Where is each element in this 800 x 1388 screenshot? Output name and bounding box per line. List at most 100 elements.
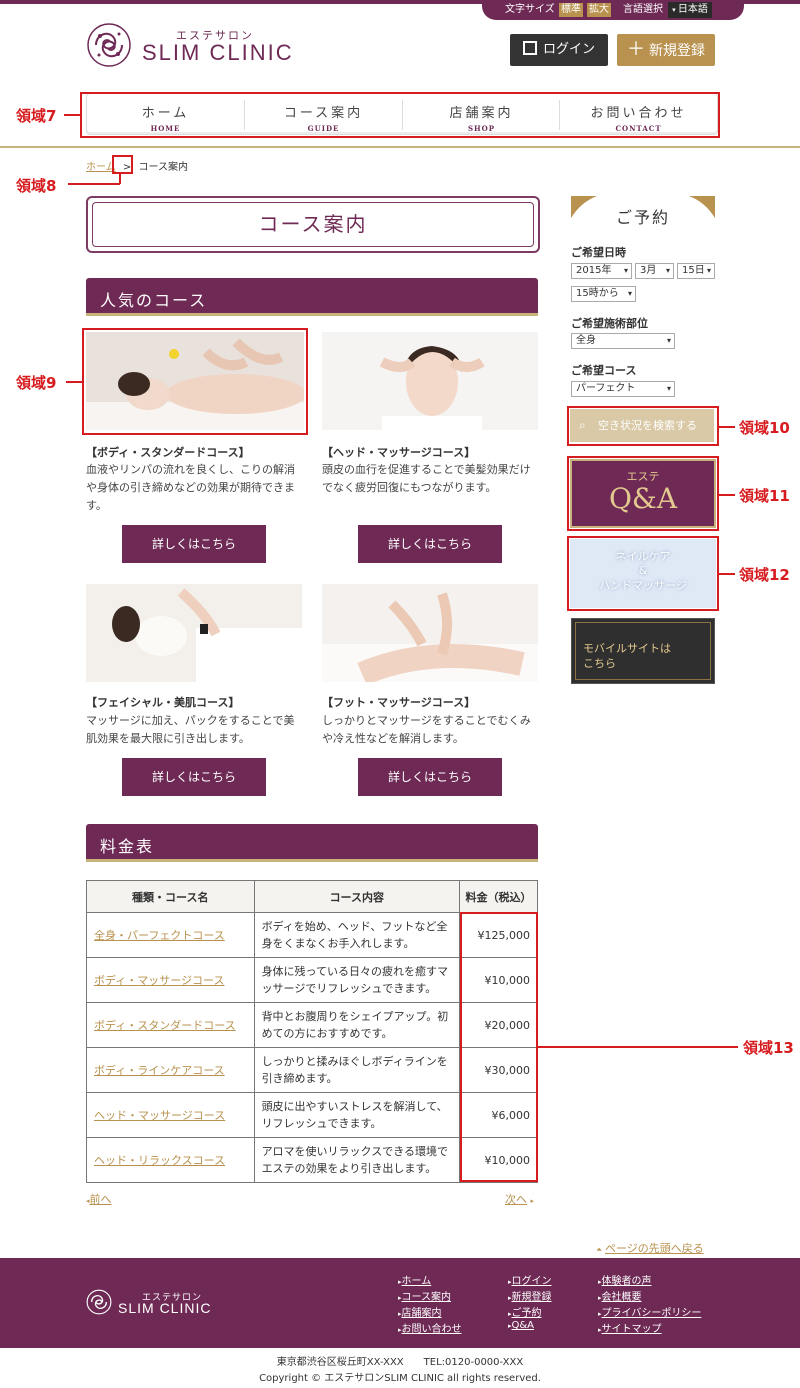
annotation-leader-10 — [719, 426, 735, 428]
course-desc-cell: 背中とお腹周りをシェイプアップ。初めての方におすすめです。 — [253, 1002, 461, 1048]
course-name-cell: ヘッド・マッサージコース — [86, 1092, 255, 1138]
mobile-site-banner[interactable]: モバイルサイトは こちら — [571, 618, 715, 684]
register-button[interactable]: ＋新規登録 — [617, 34, 715, 66]
price-heading: 料金表 — [100, 837, 155, 856]
pager-next[interactable]: 次へ ▸ — [505, 1191, 534, 1207]
date-label: ご希望日時 — [571, 246, 626, 259]
course-photo-head-massage[interactable] — [322, 332, 538, 430]
course-name-cell: 全身・パーフェクトコース — [86, 912, 255, 958]
course-detail-button[interactable]: 詳しくはこちら — [122, 525, 266, 563]
footer-logo-icon[interactable] — [86, 1289, 112, 1315]
course-name-cell: ボディ・マッサージコース — [86, 957, 255, 1003]
breadcrumb-current: コース案内 — [138, 162, 188, 173]
prev-link[interactable]: 前へ — [90, 1193, 112, 1206]
popular-heading: 人気のコース — [100, 291, 208, 310]
course-detail-button[interactable]: 詳しくはこちら — [358, 758, 502, 796]
course-desc-cell: 頭皮に出やすいストレスを解消して、リフレッシュできます。 — [253, 1092, 461, 1138]
course-title: 【ボディ・スタンダードコース】 — [86, 446, 250, 459]
breadcrumb: ホーム > コース案内 — [86, 158, 188, 173]
course-select[interactable]: パーフェクト — [571, 381, 675, 397]
course-description: しっかりとマッサージをすることでむくみや冷え性などを解消します。 — [322, 714, 531, 745]
course-desc-cell: アロマを使いリラックスできる環境でエステの効果をより引き出します。 — [253, 1137, 461, 1183]
plus-icon: ＋ — [627, 39, 645, 60]
footer-link-sitemap[interactable]: サイトマップ — [598, 1320, 662, 1335]
language-select[interactable]: ▾ 日本語 — [668, 2, 712, 18]
logo-emblem-icon[interactable] — [86, 22, 132, 68]
course-link[interactable]: ボディ・マッサージコース — [94, 974, 224, 987]
annotation-leader-12 — [719, 573, 735, 575]
logo-title[interactable]: SLIM CLINIC — [142, 40, 294, 66]
annotation-label-13: 領域13 — [743, 1039, 794, 1057]
footer-link-home[interactable]: ホーム — [398, 1272, 432, 1287]
annotation-leader-11 — [719, 494, 735, 496]
course-detail-button[interactable]: 詳しくはこちら — [122, 758, 266, 796]
annotation-box-8 — [112, 155, 133, 174]
footer-link-privacy[interactable]: プライバシーポリシー — [598, 1304, 702, 1319]
mobile-banner-line2: こちら — [583, 657, 616, 670]
year-select[interactable]: 2015年 — [571, 263, 632, 279]
footer-logo-title[interactable]: SLIM CLINIC — [118, 1300, 211, 1316]
font-size-label: 文字サイズ — [505, 4, 555, 15]
course-title: 【フェイシャル・美肌コース】 — [86, 696, 240, 709]
footer-link-voices[interactable]: 体験者の声 — [598, 1272, 652, 1287]
day-select[interactable]: 15日 — [677, 263, 715, 279]
annotation-box-12 — [567, 536, 719, 611]
footer-link-login[interactable]: ログイン — [508, 1272, 552, 1287]
course-link[interactable]: ボディ・スタンダードコース — [94, 1019, 236, 1032]
part-label: ご希望施術部位 — [571, 317, 648, 330]
annotation-label-11: 領域11 — [739, 487, 790, 505]
footer-link-contact[interactable]: お問い合わせ — [398, 1320, 462, 1335]
annotation-label-7: 領域7 — [16, 107, 57, 125]
annotation-leader-7 — [64, 114, 80, 116]
course-desc-cell: しっかりと揉みほぐしボディラインを引き締めます。 — [253, 1047, 461, 1093]
register-label: 新規登録 — [649, 43, 705, 59]
footer-link-guide[interactable]: コース案内 — [398, 1288, 452, 1303]
back-to-top-link[interactable]: ⏶ ページの先頭へ戻る — [596, 1240, 704, 1256]
course-link[interactable]: 全身・パーフェクトコース — [94, 929, 225, 942]
column-header: 料金（税込） — [459, 880, 538, 913]
font-standard-button[interactable]: 標準 — [559, 3, 583, 17]
footer-link-shop[interactable]: 店舗案内 — [398, 1304, 442, 1319]
font-large-button[interactable]: 拡大 — [587, 3, 611, 17]
reserve-heading-box: ご予約 — [571, 196, 715, 230]
footer-link-register[interactable]: 新規登録 — [508, 1288, 552, 1303]
course-link[interactable]: ボディ・ラインケアコース — [94, 1064, 225, 1077]
popular-heading-bar: 人気のコース — [86, 278, 538, 316]
course-link[interactable]: ヘッド・マッサージコース — [94, 1109, 225, 1122]
table-header-row: 種類・コース名 コース内容 料金（税込） — [86, 880, 538, 913]
time-select[interactable]: 15時から — [571, 286, 636, 302]
mobile-banner-line1: モバイルサイトは — [583, 642, 671, 655]
login-button[interactable]: ログイン — [510, 34, 608, 66]
pager-prev[interactable]: ◂前へ — [86, 1191, 112, 1207]
course-detail-button[interactable]: 詳しくはこちら — [358, 525, 502, 563]
annotation-box-11 — [567, 456, 719, 531]
annotation-label-9: 領域9 — [16, 374, 57, 392]
footer-link-qa[interactable]: Q&A — [508, 1320, 535, 1331]
part-select[interactable]: 全身 — [571, 333, 675, 349]
annotation-label-8: 領域8 — [16, 177, 57, 195]
annotation-box-9 — [82, 328, 308, 435]
footer-link-company[interactable]: 会社概要 — [598, 1288, 642, 1303]
course-desc-cell: ボディを始め、ヘッド、フットなど全身をくまなくお手入れします。 — [253, 912, 461, 958]
reserve-heading: ご予約 — [615, 208, 670, 227]
column-header: 種類・コース名 — [86, 880, 255, 913]
course-name-cell: ボディ・スタンダードコース — [86, 1002, 255, 1048]
annotation-leader-13 — [538, 1046, 738, 1048]
annotation-label-10: 領域10 — [739, 419, 790, 437]
price-heading-bar: 料金表 — [86, 824, 538, 862]
course-photo-foot-massage[interactable] — [322, 584, 538, 682]
course-title: 【フット・マッサージコース】 — [322, 696, 476, 709]
course-link[interactable]: ヘッド・リラックスコース — [94, 1154, 225, 1167]
footer-link-reserve[interactable]: ご予約 — [508, 1304, 542, 1319]
month-select[interactable]: 3月 — [635, 263, 674, 279]
course-name-cell: ボディ・ラインケアコース — [86, 1047, 255, 1093]
up-arrow-icon: ⏶ — [596, 1245, 605, 1254]
annotation-box-10 — [567, 406, 719, 446]
annotation-leader-8 — [68, 183, 120, 185]
annotation-label-12: 領域12 — [739, 566, 790, 584]
page-title: コース案内 — [258, 212, 368, 236]
course-desc-cell: 身体に残っている日々の疲れを癒すマッサージでリフレッシュできます。 — [253, 957, 461, 1003]
annotation-box-7 — [80, 92, 720, 138]
next-link[interactable]: 次へ — [505, 1193, 527, 1206]
course-photo-facial[interactable] — [86, 584, 302, 682]
